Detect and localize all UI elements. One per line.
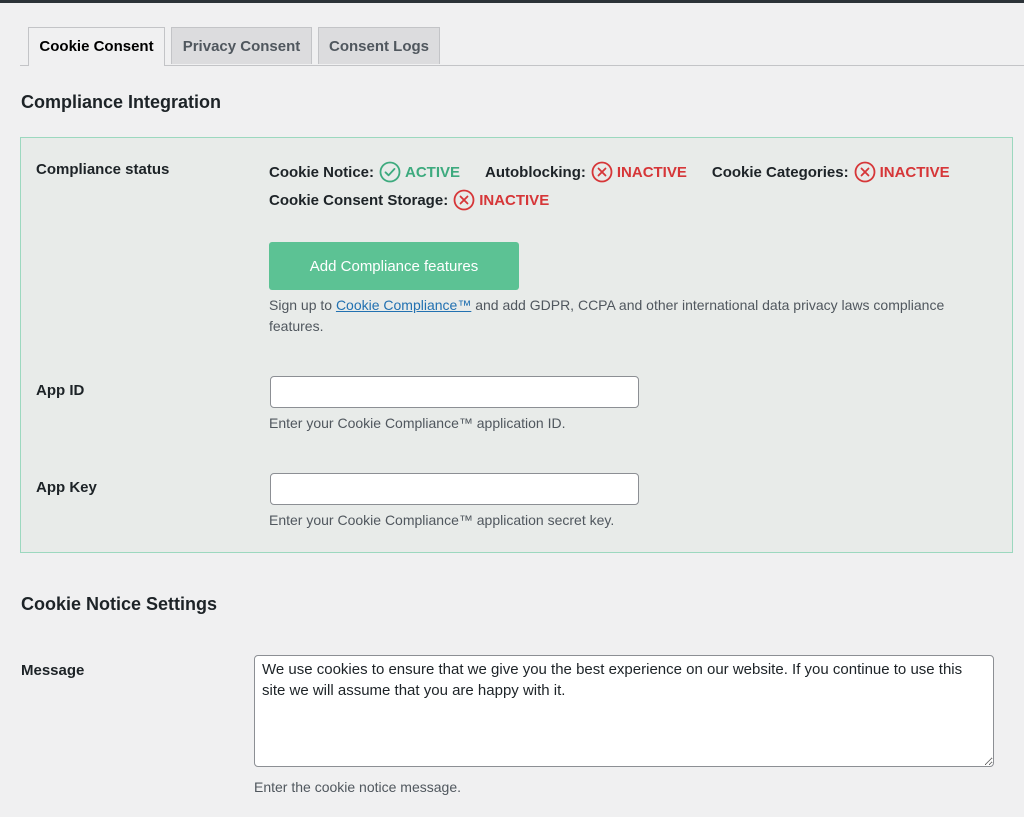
compliance-status-label: Compliance status xyxy=(36,161,170,178)
app-key-input[interactable] xyxy=(270,473,639,505)
app-id-label: App ID xyxy=(36,382,85,399)
app-key-hint: Enter your Cookie Compliance™ applicatio… xyxy=(269,512,615,528)
message-hint: Enter the cookie notice message. xyxy=(254,779,462,795)
status-autoblocking: Autoblocking: INACTIVE xyxy=(485,161,687,183)
status-cookie-categories: Cookie Categories: INACTIVE xyxy=(712,161,950,183)
compliance-panel: Compliance status Cookie Notice: ACTIVE … xyxy=(20,137,1013,553)
tab-consent-logs[interactable]: Consent Logs xyxy=(318,27,440,64)
x-circle-icon xyxy=(854,161,875,183)
status-state-inactive: INACTIVE xyxy=(479,191,550,209)
admin-top-bar xyxy=(0,0,1024,3)
status-label: Cookie Categories: xyxy=(711,163,849,181)
status-consent-storage: Cookie Consent Storage: INACTIVE xyxy=(269,189,549,211)
signup-prefix: Sign up to xyxy=(269,297,336,313)
status-label: Cookie Notice: xyxy=(269,163,375,181)
cookie-notice-settings-heading: Cookie Notice Settings xyxy=(21,594,218,614)
cookie-compliance-link[interactable]: Cookie Compliance™ xyxy=(336,297,471,313)
tab-privacy-consent[interactable]: Privacy Consent xyxy=(171,27,312,64)
check-circle-icon xyxy=(379,161,401,183)
settings-tabs: Cookie Consent Privacy Consent Consent L… xyxy=(20,27,1024,66)
add-compliance-features-button[interactable]: Add Compliance features xyxy=(269,242,519,290)
status-cookie-notice: Cookie Notice: ACTIVE xyxy=(269,161,460,183)
x-circle-icon xyxy=(591,161,613,183)
app-id-hint: Enter your Cookie Compliance™ applicatio… xyxy=(269,415,566,431)
signup-description: Sign up to Cookie Compliance™ and add GD… xyxy=(269,295,989,337)
status-line: Cookie Consent Storage: INACTIVE xyxy=(269,189,574,211)
status-label: Autoblocking: xyxy=(485,163,586,181)
tab-cookie-consent[interactable]: Cookie Consent xyxy=(28,27,165,66)
compliance-heading: Compliance Integration xyxy=(21,92,222,112)
status-state-inactive: INACTIVE xyxy=(616,163,687,181)
message-label: Message xyxy=(21,662,85,679)
status-line: Cookie Notice: ACTIVE Autoblocking: INAC… xyxy=(269,161,975,183)
x-circle-icon xyxy=(453,189,475,211)
app-key-label: App Key xyxy=(36,479,97,496)
status-label: Cookie Consent Storage: xyxy=(269,191,449,209)
message-textarea[interactable]: We use cookies to ensure that we give yo… xyxy=(254,655,994,767)
status-state-active: ACTIVE xyxy=(405,163,461,181)
status-state-inactive: INACTIVE xyxy=(879,163,950,181)
app-id-input[interactable] xyxy=(270,376,639,408)
